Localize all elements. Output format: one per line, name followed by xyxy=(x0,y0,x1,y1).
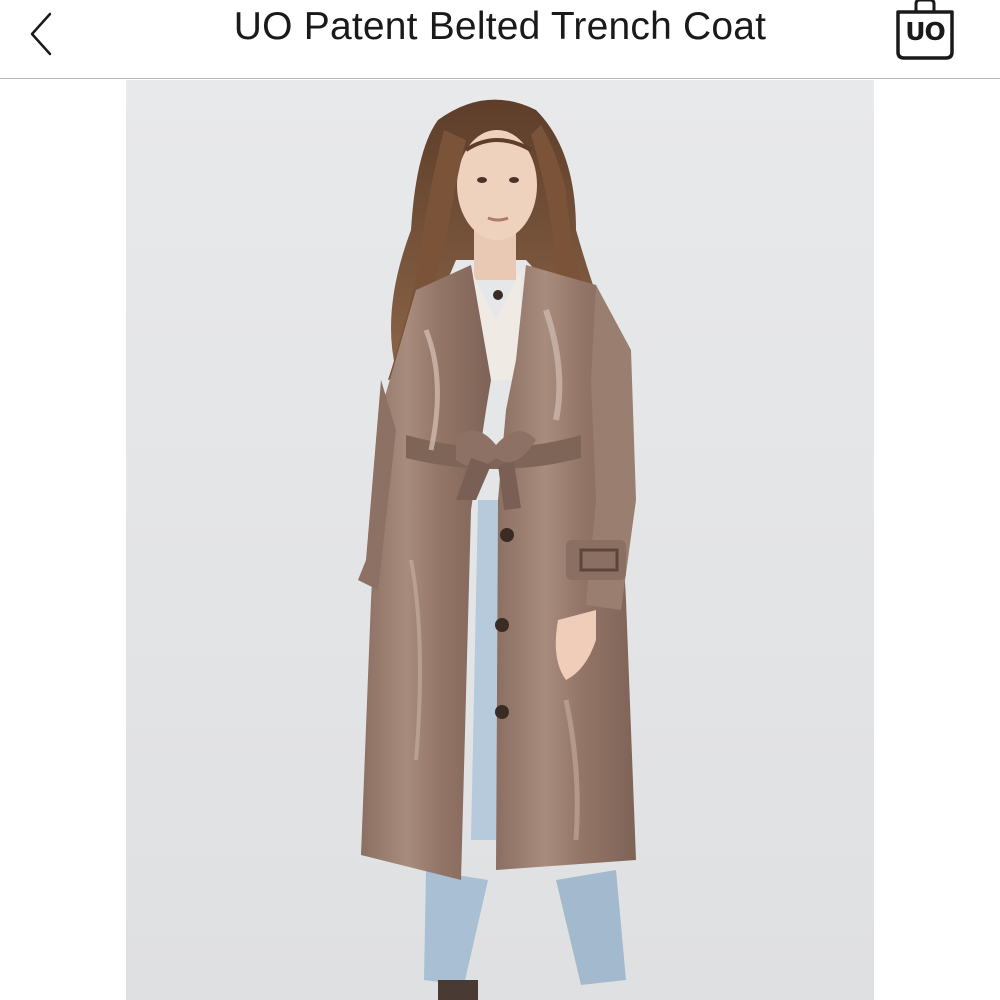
chevron-left-icon xyxy=(30,12,52,56)
page-title: UO Patent Belted Trench Coat xyxy=(233,5,767,48)
cart-button[interactable]: UO xyxy=(890,0,960,62)
nav-bar: UO Patent Belted Trench Coat UO xyxy=(0,0,1000,79)
product-photo xyxy=(126,80,874,1000)
cart-label: UO xyxy=(905,17,946,46)
back-button[interactable] xyxy=(12,2,72,62)
product-image xyxy=(126,80,874,1000)
